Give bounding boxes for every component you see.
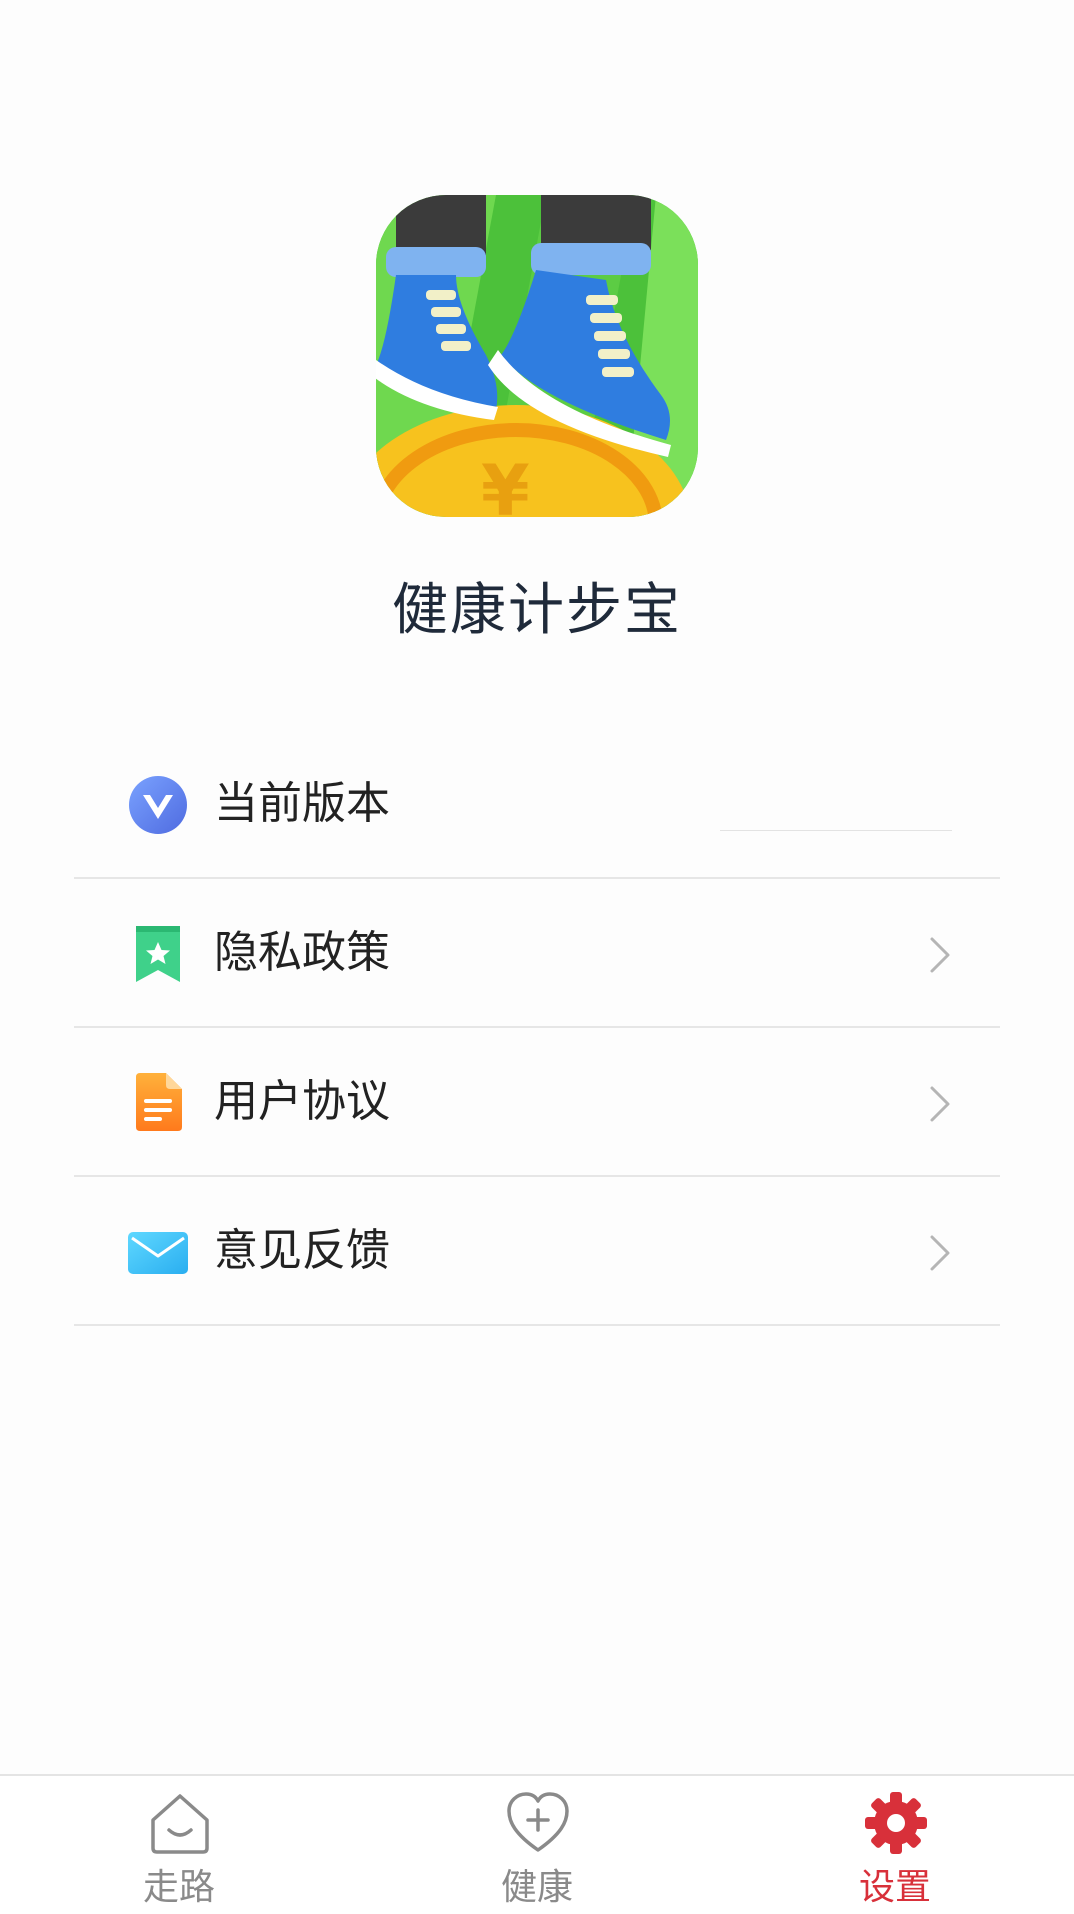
chevron-right-icon (928, 935, 952, 975)
settings-list: 当前版本 隐私政策 用户协议 意见反馈 (74, 730, 1000, 1326)
app-logo: ¥ (376, 195, 698, 517)
heart-plus-icon (505, 1790, 571, 1856)
settings-row-label: 当前版本 (214, 778, 390, 829)
bookmark-star-icon (128, 924, 188, 984)
settings-page: ¥ 健康计步宝 当前版本 隐私政策 用户协议 意见反馈 走路 健康 设置 (0, 0, 1074, 1914)
bottom-nav: 走路 健康 设置 (0, 1774, 1074, 1914)
settings-row-privacy-policy[interactable]: 隐私政策 (74, 879, 1000, 1028)
nav-label: 设置 (858, 1867, 931, 1908)
nav-label: 走路 (142, 1867, 215, 1908)
nav-item-walk[interactable]: 走路 (0, 1776, 358, 1914)
svg-text:¥: ¥ (481, 450, 530, 517)
version-v-icon (128, 775, 188, 835)
settings-row-version: 当前版本 (74, 730, 1000, 879)
app-name: 健康计步宝 (392, 578, 682, 643)
settings-row-label: 隐私政策 (214, 927, 390, 978)
nav-item-settings[interactable]: 设置 (716, 1776, 1074, 1914)
document-icon (128, 1073, 188, 1133)
gear-icon (863, 1790, 929, 1856)
house-smile-icon (147, 1790, 213, 1856)
nav-label: 健康 (500, 1867, 573, 1908)
chevron-right-icon (928, 1233, 952, 1273)
settings-row-label: 用户协议 (214, 1076, 390, 1127)
settings-row-feedback[interactable]: 意见反馈 (74, 1177, 1000, 1326)
version-value (720, 780, 952, 831)
settings-row-user-agreement[interactable]: 用户协议 (74, 1028, 1000, 1177)
nav-item-health[interactable]: 健康 (358, 1776, 716, 1914)
envelope-icon (128, 1222, 188, 1282)
chevron-right-icon (928, 1084, 952, 1124)
settings-row-label: 意见反馈 (214, 1225, 390, 1276)
